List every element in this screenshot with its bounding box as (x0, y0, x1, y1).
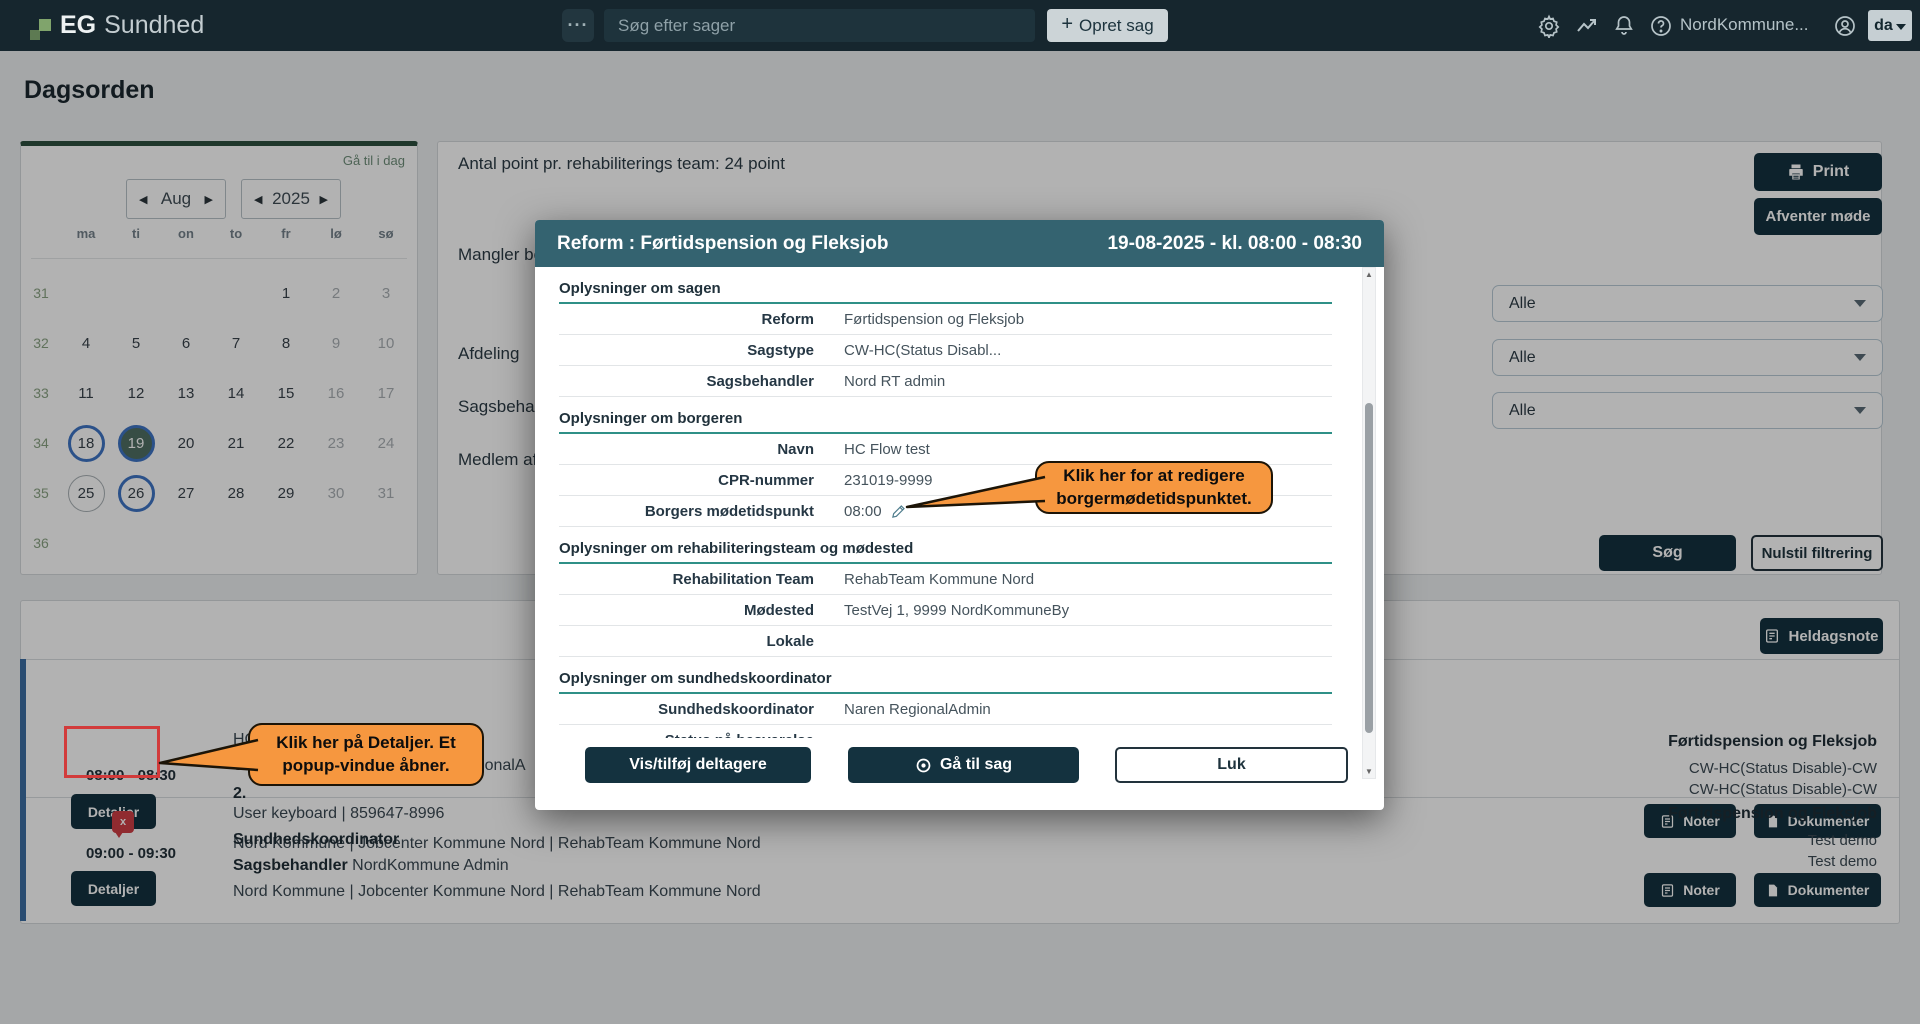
meeting-details-modal: Reform : Førtidspension og Fleksjob 19-0… (535, 220, 1384, 810)
app-window: EG Sundhed ... + Opret sag NordKommune..… (0, 0, 1920, 1024)
create-case-button[interactable]: + Opret sag (1047, 9, 1168, 42)
app-logo[interactable]: EG Sundhed (26, 10, 204, 41)
modal-title: Reform : Førtidspension og Fleksjob (557, 233, 888, 255)
activity-trend-icon[interactable] (1575, 14, 1599, 38)
field-value: RehabTeam Kommune Nord (844, 571, 1034, 588)
field-value: 08:00 (844, 503, 907, 520)
goto-case-button[interactable]: Gå til sag (848, 747, 1079, 783)
field-value: Nord RT admin (844, 373, 945, 390)
language-selector[interactable]: da (1868, 10, 1912, 41)
annotation-edit-time: Klik her for at redigere borgermødetidsp… (1035, 461, 1273, 514)
field-value: Førtidspension og Fleksjob (844, 311, 1024, 328)
field-label: Borgers mødetidspunkt (559, 503, 814, 520)
modal-header: Reform : Førtidspension og Fleksjob 19-0… (535, 220, 1384, 267)
modal-section-title: Oplysninger om sagen (559, 267, 1332, 304)
modal-footer: Vis/tilføj deltagere Gå til sag Luk (535, 738, 1384, 810)
modal-section-title: Oplysninger om borgeren (559, 397, 1332, 434)
modal-field-row: Status på besvarelse (559, 725, 1332, 738)
annotation-open-details: Klik her på Detaljer. Et popup-vindue åb… (248, 723, 484, 786)
logo-square-dark (30, 30, 40, 40)
tenant-name[interactable]: NordKommune... (1680, 15, 1809, 35)
highlight-box-details (64, 726, 160, 778)
field-label: Rehabilitation Team (559, 571, 814, 588)
scroll-up-icon[interactable]: ▲ (1363, 270, 1375, 279)
field-value: HC Flow test (844, 441, 930, 458)
bell-icon[interactable] (1612, 14, 1636, 38)
field-label: Lokale (559, 633, 814, 650)
brand-name-light: Sundhed (104, 10, 204, 41)
field-label: Mødested (559, 602, 814, 619)
plus-icon: + (1061, 13, 1073, 36)
modal-field-row: Lokale (559, 626, 1332, 657)
participants-button[interactable]: Vis/tilføj deltagere (585, 747, 811, 783)
eye-target-icon (915, 757, 932, 774)
search-input[interactable] (604, 9, 1035, 42)
user-profile-icon[interactable] (1833, 14, 1857, 38)
modal-scrollbar[interactable]: ▲ ▼ (1362, 267, 1376, 779)
gear-icon[interactable] (1537, 14, 1561, 38)
scrollbar-thumb[interactable] (1365, 403, 1373, 733)
close-modal-button[interactable]: Luk (1115, 747, 1348, 783)
field-label: Sagsbehandler (559, 373, 814, 390)
field-label: Sundhedskoordinator (559, 701, 814, 718)
field-value: TestVej 1, 9999 NordKommuneBy (844, 602, 1069, 619)
logo-square-light (39, 19, 51, 31)
field-label: CPR-nummer (559, 472, 814, 489)
top-navbar: EG Sundhed ... + Opret sag NordKommune..… (0, 0, 1920, 51)
field-value: CW-HC(Status Disabl... (844, 342, 1001, 359)
field-value: 231019-9999 (844, 472, 932, 489)
field-value: Naren RegionalAdmin (844, 701, 991, 718)
caret-down-icon (1896, 24, 1906, 30)
edit-pencil-icon (891, 503, 907, 519)
modal-section-title: Oplysninger om sundhedskoordinator (559, 657, 1332, 694)
more-options-button[interactable]: ... (562, 9, 594, 42)
field-label: Navn (559, 441, 814, 458)
field-label: Sagstype (559, 342, 814, 359)
modal-field-row: Sagstype CW-HC(Status Disabl... (559, 335, 1332, 366)
modal-field-row: Rehabilitation Team RehabTeam Kommune Nor… (559, 564, 1332, 595)
modal-field-row: Mødested TestVej 1, 9999 NordKommuneBy (559, 595, 1332, 626)
modal-field-row: Sundhedskoordinator Naren RegionalAdmin (559, 694, 1332, 725)
edit-time-icon[interactable] (891, 503, 907, 519)
help-icon[interactable] (1649, 14, 1673, 38)
modal-datetime: 19-08-2025 - kl. 08:00 - 08:30 (1107, 233, 1362, 255)
modal-field-row: Sagsbehandler Nord RT admin (559, 366, 1332, 397)
brand-name-bold: EG (60, 10, 96, 41)
modal-section-title: Oplysninger om rehabiliteringsteam og mø… (559, 527, 1332, 564)
modal-field-row: Reform Førtidspension og Fleksjob (559, 304, 1332, 335)
field-label: Reform (559, 311, 814, 328)
